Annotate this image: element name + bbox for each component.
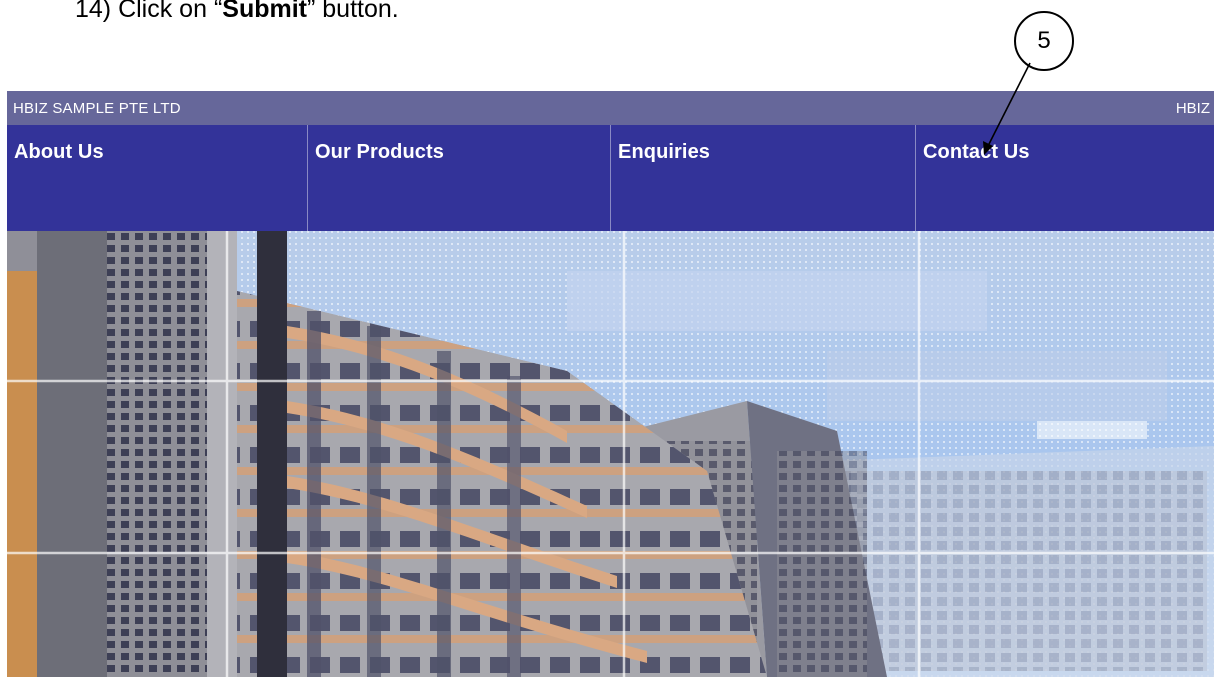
- nav-label: Contact Us: [923, 141, 1030, 163]
- brand-name: HBIZ: [1175, 100, 1210, 117]
- website-screenshot: HBIZ SAMPLE PTE LTD HBIZ About Us Our Pr…: [7, 91, 1214, 677]
- company-name: HBIZ SAMPLE PTE LTD: [13, 100, 181, 117]
- hero-building-image: [7, 231, 1214, 677]
- nav-about-us[interactable]: About Us: [7, 125, 308, 231]
- instruction-bold-word: Submit: [222, 0, 307, 22]
- main-navigation: About Us Our Products Enquiries Contact …: [7, 125, 1214, 231]
- instruction-step: 14) Click on “Submit” button.: [75, 0, 399, 22]
- nav-contact-us[interactable]: Contact Us: [916, 125, 1214, 231]
- instruction-suffix: ” button.: [306, 0, 399, 22]
- nav-enquiries[interactable]: Enquiries: [611, 125, 916, 231]
- tutorial-page: 14) Click on “Submit” button. 5 HBIZ SAM…: [0, 0, 1214, 677]
- nav-our-products[interactable]: Our Products: [308, 125, 611, 231]
- nav-label: Enquiries: [618, 141, 711, 163]
- callout-number: 5: [1037, 27, 1051, 54]
- callout-number-badge: 5: [1014, 11, 1074, 71]
- nav-label: Our Products: [315, 141, 444, 163]
- nav-label: About Us: [14, 141, 104, 163]
- site-top-bar: HBIZ SAMPLE PTE LTD HBIZ: [7, 91, 1214, 125]
- instruction-prefix: 14) Click on “: [75, 0, 223, 22]
